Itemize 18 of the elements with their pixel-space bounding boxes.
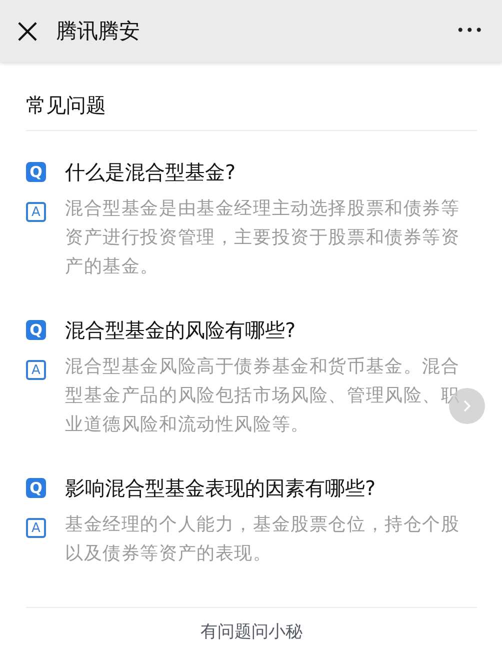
- close-icon[interactable]: [17, 20, 38, 42]
- answer-badge: A: [26, 202, 46, 222]
- answer-text: 混合型基金是由基金经理主动选择股票和债券等资产进行投资管理，主要投资于股票和债券等资产的基金。: [65, 197, 461, 279]
- question-badge: Q: [26, 320, 46, 340]
- section-title: 常见问题: [26, 92, 107, 119]
- footer-link[interactable]: 有问题问小秘: [200, 620, 302, 643]
- question-text: 什么是混合型基金?: [65, 159, 236, 186]
- more-button[interactable]: •••: [456, 23, 484, 39]
- question-badge: Q: [26, 478, 46, 498]
- answer-badge: A: [26, 360, 46, 380]
- page-title: 腾讯腾安: [56, 18, 141, 45]
- answer-text: 混合型基金风险高于债券基金和货币基金。混合型基金产品的风险包括市场风险、管理风险、职业道德风险和流动性风险等。: [65, 355, 461, 437]
- question-badge: Q: [26, 162, 46, 182]
- answer-text: 基金经理的个人能力，基金股票仓位，持仓个股以及债券等资产的表现。: [65, 513, 461, 566]
- question-text: 影响混合型基金表现的因素有哪些?: [65, 475, 376, 502]
- answer-badge: A: [26, 518, 46, 538]
- question-text: 混合型基金的风险有哪些?: [65, 317, 296, 344]
- chevron-icon: [462, 399, 472, 413]
